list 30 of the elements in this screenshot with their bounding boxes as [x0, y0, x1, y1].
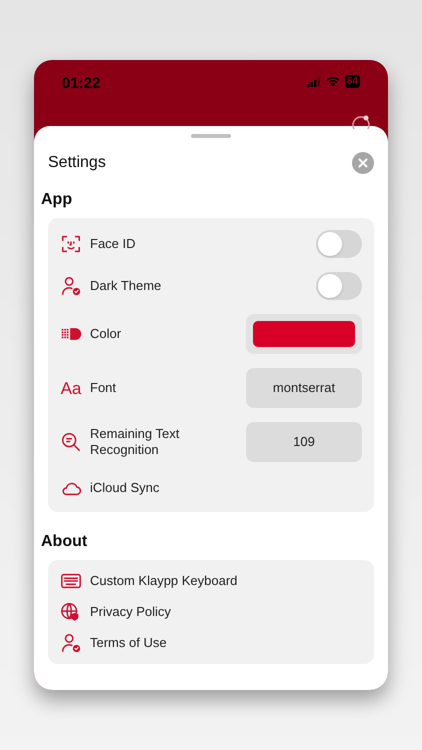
setting-label[interactable]: Custom Klaypp Keyboard	[90, 573, 310, 589]
setting-label: Dark Theme	[90, 278, 162, 294]
setting-label: Color	[90, 326, 122, 342]
color-picker[interactable]	[246, 314, 362, 354]
user-check-icon	[60, 275, 82, 297]
sheet-handle[interactable]	[191, 134, 231, 138]
close-icon	[358, 158, 368, 168]
sheet-title: Settings	[48, 153, 106, 173]
value-button[interactable]: 109	[246, 422, 362, 462]
toggle-switch[interactable]	[316, 230, 362, 258]
user-check-icon	[60, 632, 82, 654]
setting-label[interactable]: Privacy Policy	[90, 604, 310, 620]
setting-label: Face ID	[90, 236, 137, 252]
globe-icon	[351, 115, 371, 129]
font-icon: Aa	[60, 380, 82, 396]
setting-label: Remaining Text Recognition	[90, 426, 180, 458]
setting-label[interactable]: Terms of Use	[90, 635, 310, 651]
signal-icon	[306, 76, 321, 86]
status-time: 01:22	[62, 74, 100, 94]
battery-indicator: 64	[344, 75, 360, 88]
setting-label[interactable]: iCloud Sync	[90, 480, 310, 496]
face-scan-icon	[60, 233, 82, 255]
toggle-switch[interactable]	[316, 272, 362, 300]
search-icon	[60, 431, 82, 453]
value-button[interactable]: montserrat	[246, 368, 362, 408]
setting-label: Font	[90, 380, 118, 396]
close-button[interactable]	[352, 152, 374, 174]
wifi-icon	[326, 76, 340, 87]
section-heading: About	[41, 532, 88, 552]
section-heading: App	[41, 190, 74, 210]
